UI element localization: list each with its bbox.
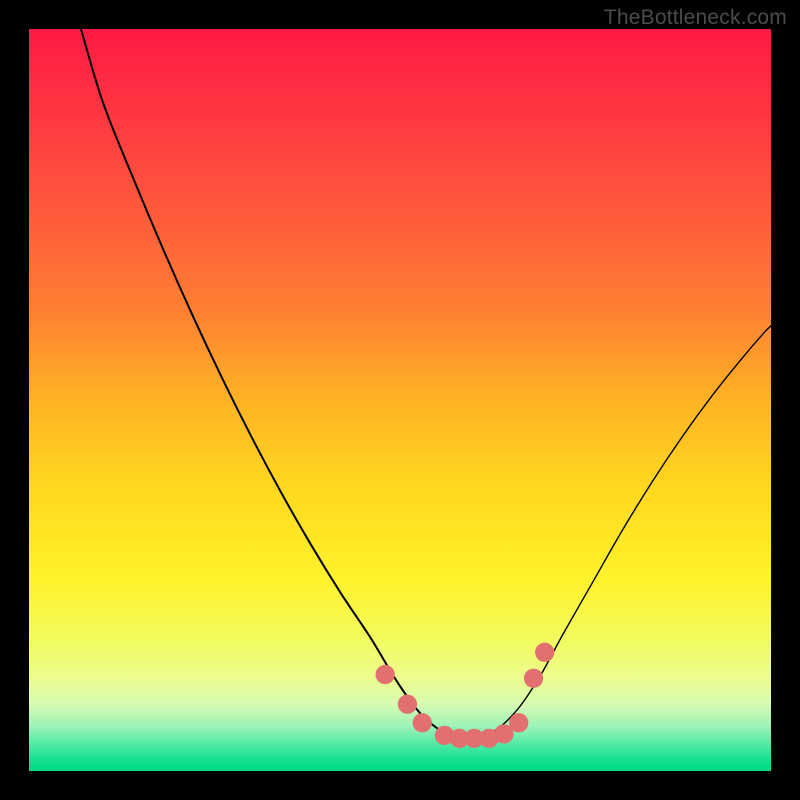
watermark-text: TheBottleneck.com [604, 6, 787, 30]
marker-point [524, 669, 543, 688]
marker-point [509, 713, 528, 732]
marker-point [398, 695, 417, 714]
marker-point [535, 643, 554, 662]
curves-layer [29, 29, 771, 771]
marker-point [376, 665, 395, 684]
right-curve [474, 326, 771, 739]
marker-point [413, 713, 432, 732]
plot-area [29, 29, 771, 771]
left-curve [81, 29, 474, 738]
chart-frame: TheBottleneck.com [0, 0, 800, 800]
